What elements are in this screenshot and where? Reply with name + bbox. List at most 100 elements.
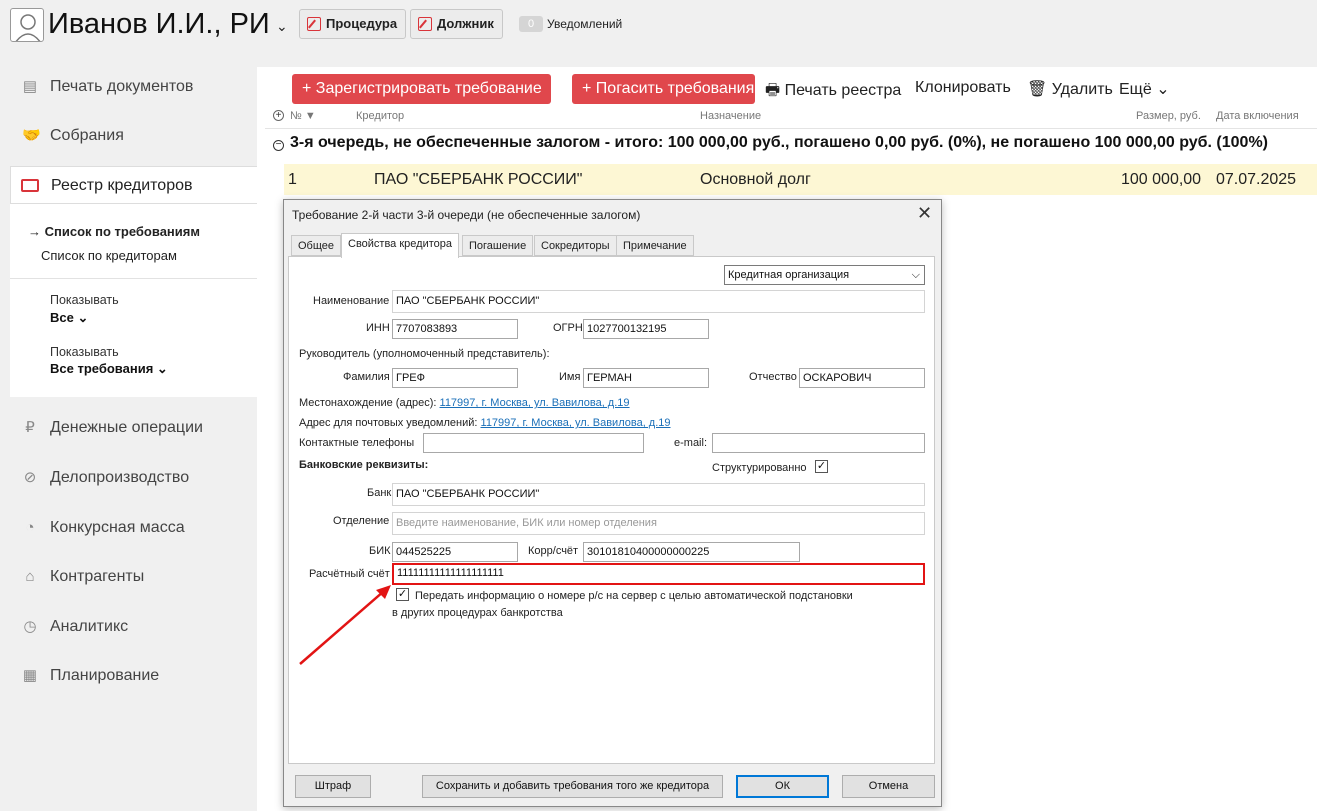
ogrn-label: ОГРН [553,322,583,334]
expand-all-icon[interactable]: + [273,110,284,121]
document-icon: ▤ [22,78,38,95]
avatar-icon[interactable] [10,8,44,42]
tab-general[interactable]: Общее [291,235,342,256]
cell-purpose: Основной долг [700,171,811,188]
highlight-frame [392,563,925,585]
branch-field[interactable]: Введите наименование, БИК или номер отде… [392,512,925,535]
more-menu[interactable]: Ещё ⌄ [1119,79,1170,99]
printer-icon: 🖶 [765,82,781,99]
surname-label: Фамилия [343,371,390,383]
tab-cocreditors[interactable]: Сокредиторы [534,235,617,256]
notification-count[interactable]: 0 [519,16,543,32]
col-num[interactable]: № ▼ [290,110,316,122]
cell-num: 1 [288,171,297,188]
piggy-bank-icon: ◔ [25,519,35,536]
col-date[interactable]: Дата включения [1216,110,1299,122]
ok-button[interactable]: ОК [736,775,829,798]
cancel-button[interactable]: Отмена [842,775,935,798]
email-field[interactable] [712,433,925,453]
save-add-button[interactable]: Сохранить и добавить требования того же … [422,775,723,798]
sidebar-item-label: Контрагенты [50,568,145,585]
group-header[interactable]: 3-я очередь, не обеспеченные залогом - и… [290,134,1268,152]
clone-button[interactable]: Клонировать [915,79,1011,97]
tab-repayment[interactable]: Погашение [462,235,534,256]
print-register-button[interactable]: 🖶 Печать реестра [765,79,901,106]
procedure-button-label: Процедура [326,16,398,31]
chevron-down-icon: ⌄ [1156,81,1170,98]
chevron-down-icon: ⌄ [77,310,89,325]
bank-field[interactable]: ПАО "СБЕРБАНК РОССИИ" [392,483,925,506]
sidebar-item-planning[interactable]: ▦ Планирование [0,651,256,701]
cell-date: 07.07.2025 [1216,171,1297,188]
collapse-group-icon[interactable]: − [273,140,284,151]
postal-link[interactable]: 117997, г. Москва, ул. Вавилова, д.19 [481,417,671,429]
handshake-icon: 🤝 [22,127,41,144]
id-card-icon [21,179,39,192]
notification-label[interactable]: Уведомлений [547,17,622,31]
sidebar-item-money-ops[interactable]: ₽ Денежные операции [0,403,256,453]
delete-label: Удалить [1051,81,1113,98]
postal-row: Адрес для почтовых уведомлений: 117997, … [299,417,671,429]
sort-desc-icon: ▼ [304,110,316,122]
chevron-down-icon[interactable]: ⌄ [276,18,288,35]
name-field[interactable]: ПАО "СБЕРБАНК РОССИИ" [392,290,925,313]
sidebar-item-meetings[interactable]: 🤝 Собрания [0,111,256,161]
sidebar-item-label: Реестр кредиторов [51,177,193,194]
corr-field[interactable]: 30101810400000000225 [583,542,800,562]
arrow-annotation [299,585,391,665]
structured-checkbox[interactable]: ✓ [815,460,828,473]
filter2-select[interactable]: Все требования ⌄ [50,361,168,377]
inn-field[interactable]: 7707083893 [392,319,518,339]
sidebar-item-contractors[interactable]: ⌂ Контрагенты [0,552,256,602]
procedure-button[interactable]: Процедура [299,9,407,39]
phones-field[interactable] [423,433,644,453]
col-purpose[interactable]: Назначение [700,110,761,122]
fine-button[interactable]: Штраф [295,775,371,798]
dialog-title: Требование 2-й части 3-й очереди (не обе… [292,208,641,222]
creditor-type-value: Кредитная организация [728,269,850,281]
structured-label: Структурированно [712,462,807,474]
creditor-type-select[interactable]: Кредитная организация ⌵ [724,265,925,285]
sidebar-item-analytics[interactable]: ◷ Аналитикс [0,602,256,652]
ruble-icon: ₽ [25,419,35,436]
sidebar-item-estate[interactable]: ◔ Конкурсная масса [0,503,256,553]
repay-claims-button[interactable]: + Погасить требования [572,74,755,104]
tab-note[interactable]: Примечание [616,235,694,256]
register-claim-button[interactable]: + Зарегистрировать требование [292,74,551,104]
sidebar-item-label: Планирование [50,667,160,684]
tab-creditor-props-active[interactable]: Свойства кредитора [341,233,459,258]
inn-label: ИНН [366,322,390,334]
patronymic-label: Отчество [749,371,797,383]
user-name[interactable]: Иванов И.И., РИ [48,8,270,41]
delete-button[interactable]: 🗑 Удалить [1027,79,1113,99]
sub-item-by-claims[interactable]: → Список по требованиям [28,224,200,239]
ogrn-field[interactable]: 1027700132195 [583,319,709,339]
filter1-select[interactable]: Все ⌄ [50,310,88,326]
filter1-value: Все [50,310,74,325]
sidebar-item-print-docs[interactable]: ▤ Печать документов [0,62,256,112]
sub-item-by-creditors[interactable]: Список по кредиторам [41,248,177,263]
calendar-icon: ▦ [22,667,38,684]
sidebar-item-label: Печать документов [50,78,194,95]
close-icon[interactable]: ✕ [917,203,932,224]
firstname-field[interactable]: ГЕРМАН [583,368,709,388]
sidebar-item-creditors-register[interactable]: Реестр кредиторов [10,166,257,204]
filter1-label: Показывать [50,293,119,307]
col-creditor[interactable]: Кредитор [356,110,404,122]
edit-icon [307,17,321,31]
paperclip-icon: ⊘ [23,469,37,486]
debtor-button[interactable]: Должник [410,9,503,39]
patronymic-field[interactable]: ОСКАРОВИЧ [799,368,925,388]
address-link[interactable]: 117997, г. Москва, ул. Вавилова, д.19 [440,397,630,409]
address-row: Местонахождение (адрес): 117997, г. Моск… [299,397,630,409]
print-register-label: Печать реестра [784,82,902,99]
surname-field[interactable]: ГРЕФ [392,368,518,388]
debtor-button-label: Должник [437,16,494,31]
edit-icon [418,17,432,31]
bik-field[interactable]: 044525225 [392,542,518,562]
transfer-label-line1: Передать информацию о номере р/с на серв… [415,590,853,602]
sidebar-item-label: Денежные операции [50,419,203,436]
more-label: Ещё [1119,81,1152,98]
col-amount[interactable]: Размер, руб. [1136,110,1201,122]
sidebar-item-paperwork[interactable]: ⊘ Делопроизводство [0,453,256,503]
